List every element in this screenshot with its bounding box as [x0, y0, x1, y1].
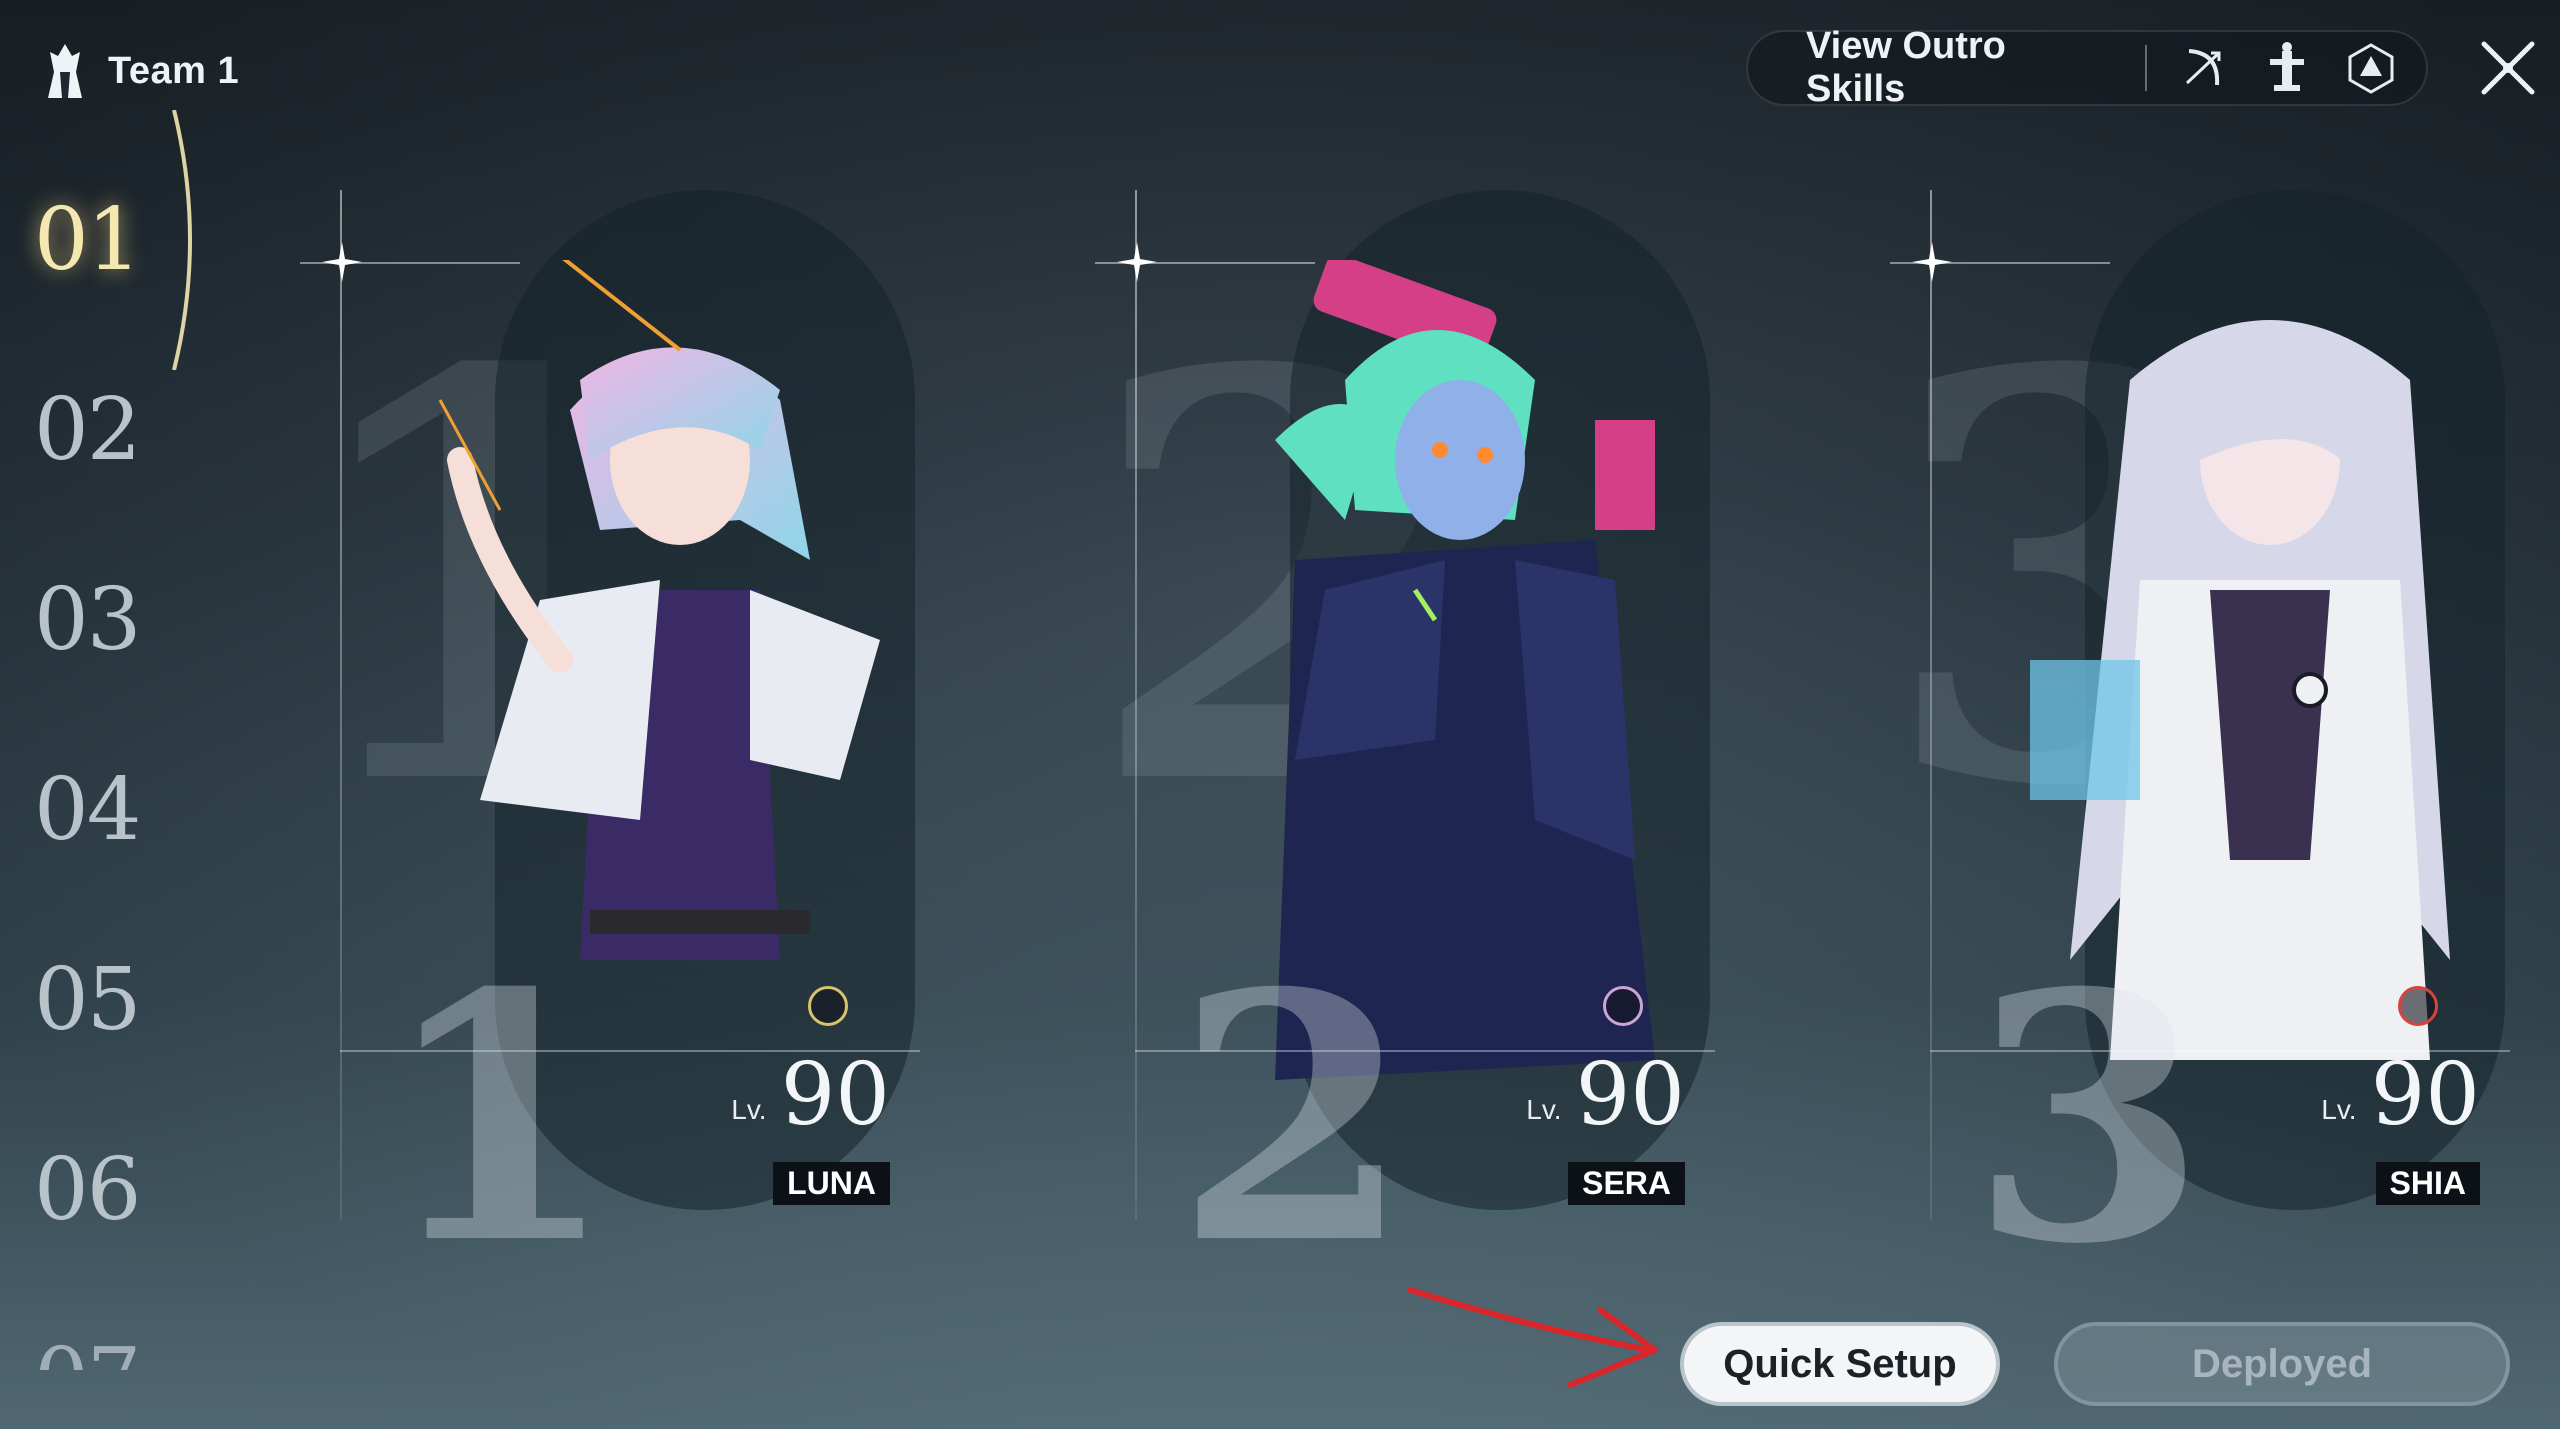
quick-setup-button[interactable]: Quick Setup [1680, 1322, 2000, 1406]
slot-02[interactable]: 02 [34, 380, 164, 480]
annotation-arrow-icon [1407, 1287, 1658, 1388]
level-label: Lv. [1526, 1094, 1562, 1125]
slot-07[interactable]: 07 [34, 1330, 164, 1370]
view-outro-skills-button[interactable]: View Outro Skills [1806, 25, 2115, 111]
sparkle-icon [1117, 242, 1157, 282]
character-name: LUNA [773, 1162, 890, 1205]
character-card-shia[interactable]: 3 3 Lv. 90 SHIA [1880, 190, 2540, 1290]
level-display: Lv. 90 [2321, 1052, 2480, 1138]
slot-03[interactable]: 03 [34, 570, 164, 670]
level-display: Lv. 90 [731, 1052, 890, 1138]
slot-number-outline: 1 [380, 920, 617, 1319]
team-slot-list: 01 02 03 04 05 06 07 [0, 0, 200, 1429]
element-badge-icon [2398, 986, 2438, 1026]
slot-06[interactable]: 06 [34, 1140, 164, 1240]
deployed-button[interactable]: Deployed [2054, 1322, 2510, 1406]
slot-04[interactable]: 04 [34, 760, 164, 860]
level-value: 90 [2370, 1045, 2480, 1145]
slot-number-outline: 3 [1970, 920, 2207, 1319]
element-badge-icon [1603, 986, 1643, 1026]
character-name: SHIA [2375, 1162, 2480, 1205]
outro-skills-bar[interactable]: View Outro Skills [1746, 25, 2428, 110]
active-slot-indicator [172, 110, 192, 370]
level-label: Lv. [731, 1094, 767, 1125]
pillar-icon[interactable] [2258, 39, 2316, 97]
guide-line [1135, 190, 1137, 1220]
divider [2144, 45, 2147, 91]
sparkle-icon [1912, 242, 1952, 282]
level-display: Lv. 90 [1526, 1052, 1685, 1138]
level-value: 90 [1575, 1045, 1685, 1145]
level-value: 90 [780, 1045, 890, 1145]
slot-01[interactable]: 01 [34, 190, 164, 290]
sparkle-icon [322, 242, 362, 282]
character-name: SERA [1568, 1162, 1685, 1205]
slot-05[interactable]: 05 [34, 950, 164, 1050]
slot-number-outline: 2 [1175, 920, 1412, 1319]
guide-line [1930, 190, 1932, 1220]
level-label: Lv. [2321, 1094, 2357, 1125]
hexagon-emblem-icon[interactable] [2342, 39, 2400, 97]
character-card-luna[interactable]: 1 1 Lv. 90 LUNA [290, 190, 950, 1290]
close-icon[interactable] [2476, 36, 2540, 100]
guide-line [340, 190, 342, 1220]
element-badge-icon [808, 986, 848, 1026]
character-card-sera[interactable]: 2 2 Lv. 90 SERA [1085, 190, 1745, 1290]
bow-icon[interactable] [2175, 39, 2233, 97]
